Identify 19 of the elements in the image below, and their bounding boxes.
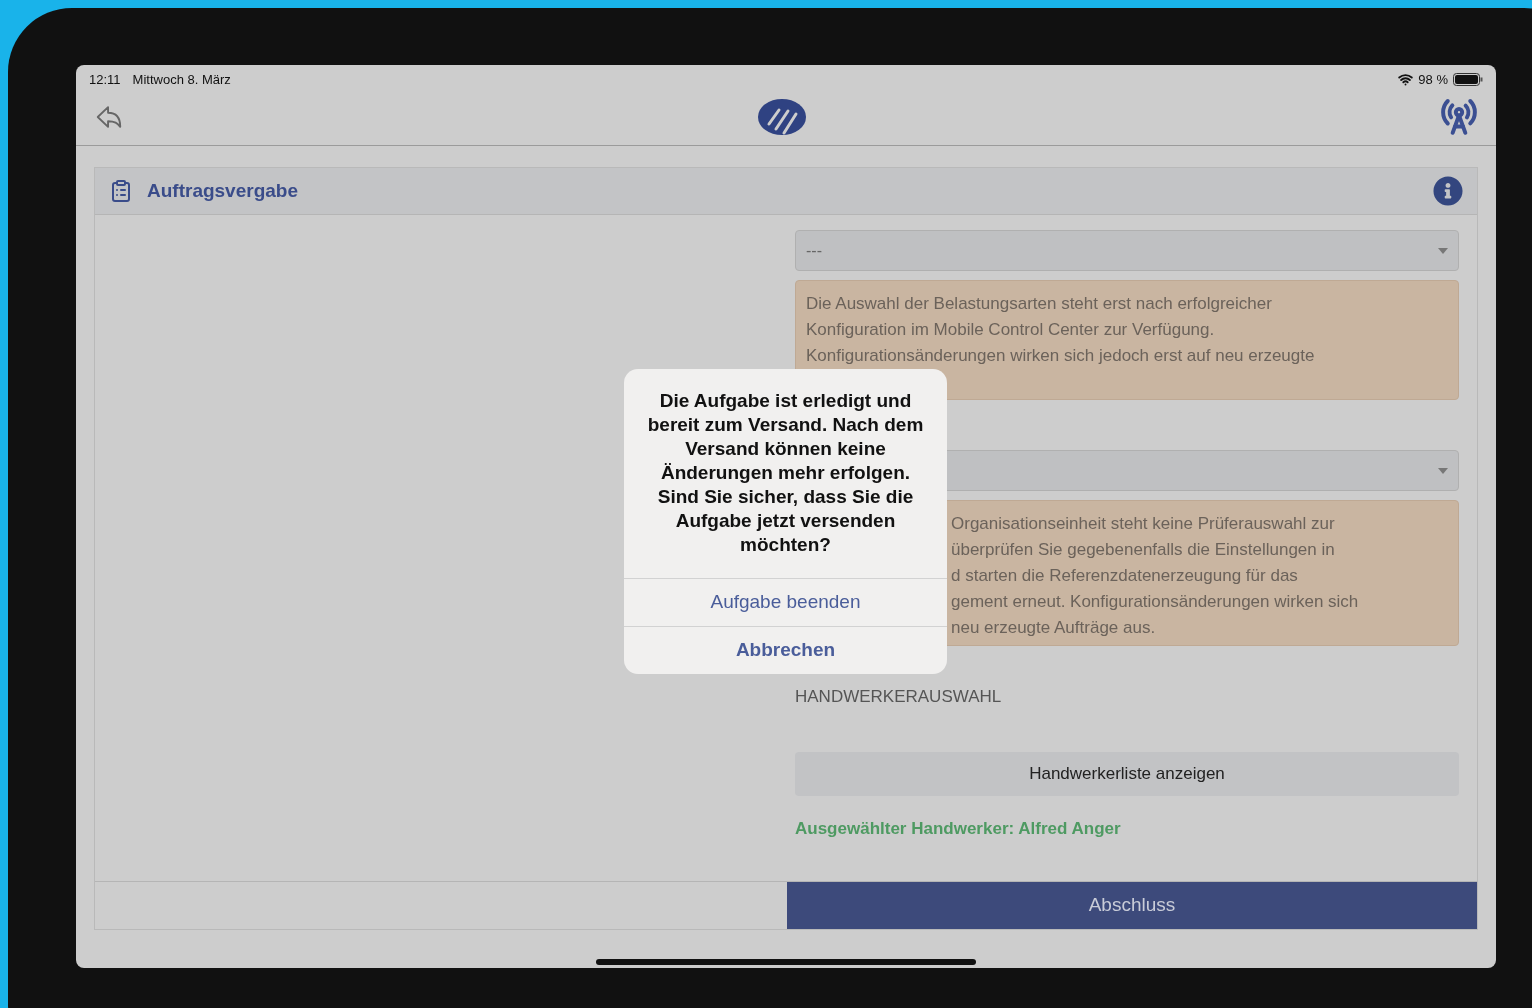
craftsman-list-button[interactable]: Handwerkerliste anzeigen <box>795 751 1459 796</box>
wifi-icon <box>1398 72 1414 87</box>
dropdown-caret-icon <box>1438 467 1448 474</box>
dialog-action-button[interactable]: Aufgabe beenden <box>624 578 947 626</box>
connection-button[interactable] <box>1440 98 1478 136</box>
card-title: Auftragsvergabe <box>147 178 298 203</box>
dialog-action-button[interactable]: Abbrechen <box>624 626 947 674</box>
section-label: HANDWERKERAUSWAHL <box>795 686 1003 708</box>
logo-icon <box>757 98 807 136</box>
selected-craftsman: Ausgewählter Handwerker: Alfred Anger <box>795 817 1122 840</box>
battery-icon <box>1453 73 1483 86</box>
clipboard-icon <box>109 179 133 203</box>
status-date: Mittwoch 8. März <box>132 70 231 89</box>
info-icon[interactable] <box>1433 176 1463 206</box>
battery-percent: 98 % <box>1418 70 1448 89</box>
dropdown-caret-icon <box>1438 247 1448 254</box>
select-field[interactable]: --- <box>795 230 1459 271</box>
submit-button[interactable]: Abschluss <box>787 882 1477 929</box>
status-time: 12:11 <box>89 70 121 89</box>
